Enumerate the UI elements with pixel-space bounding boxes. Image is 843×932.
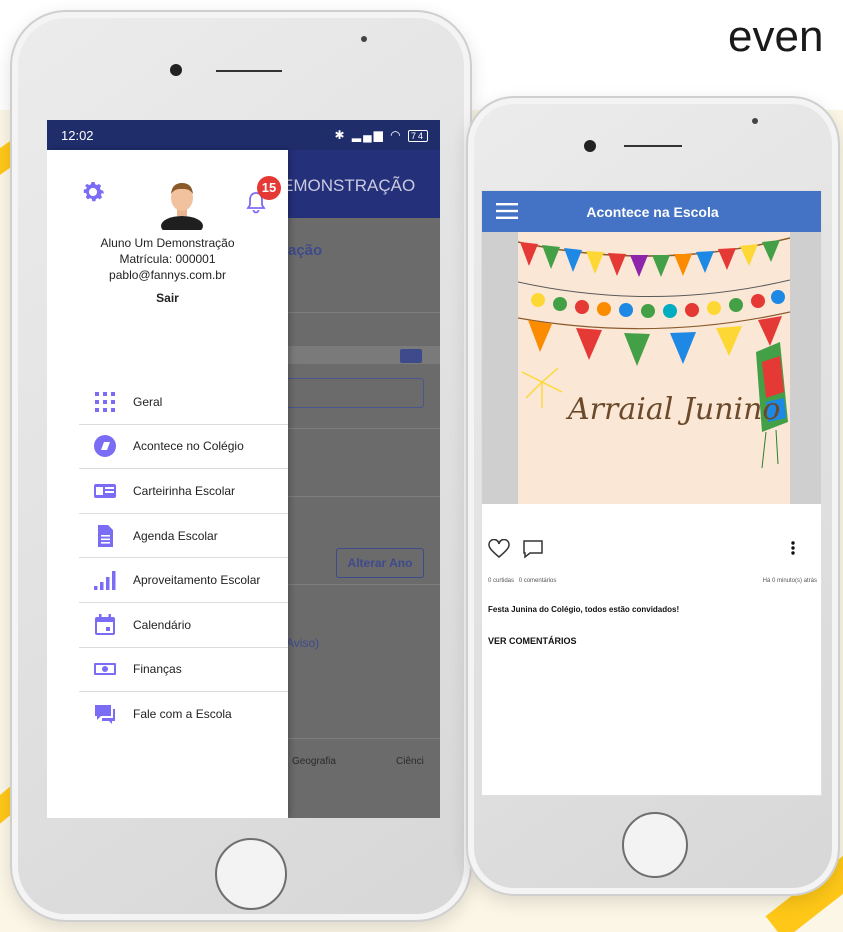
logout-link[interactable]: Sair (47, 291, 288, 305)
battery-icon: 74 (407, 130, 428, 142)
avatar (161, 183, 203, 230)
chat-icon (95, 705, 115, 725)
earpiece-speaker (216, 70, 282, 72)
heart-icon[interactable] (488, 539, 510, 559)
gear-icon[interactable] (79, 178, 107, 206)
school-icon (400, 349, 422, 363)
navigation-drawer: 15 Aluno Um Demonstração Matrícula: 0000… (47, 150, 288, 818)
page-title: Acontece na Escola (586, 204, 719, 220)
subject-tab[interactable]: Geografia (292, 756, 336, 767)
bluetooth-icon: ✱ (334, 128, 347, 142)
proximity-sensor (361, 36, 367, 42)
post-image[interactable]: Arraial Junino (518, 232, 790, 504)
front-camera (584, 140, 596, 152)
menu-label: Aproveitamento Escolar (133, 573, 261, 588)
right-phone-screen: Acontece na Escola Arraial Junino 0 curt… (481, 190, 822, 796)
comments-count: 0 comentários (518, 578, 557, 584)
view-comments-link[interactable]: VER COMENTÁRIOS (488, 636, 577, 646)
user-email: pablo@fannys.com.br (109, 268, 226, 282)
menu-item-carteirinha[interactable]: Carteirinha Escolar (79, 469, 288, 514)
section-heading: ação (288, 242, 323, 259)
app-bar: Acontece na Escola (482, 191, 821, 232)
home-button[interactable] (215, 838, 287, 910)
divider (288, 428, 440, 429)
background-content: ação Alterar Ano Aviso) Geografia Ciênci (288, 218, 440, 818)
notice-text: Aviso) (288, 636, 320, 650)
document-icon (98, 524, 113, 547)
menu-item-agenda[interactable]: Agenda Escolar (79, 514, 288, 559)
post-image-caption: Arraial Junino (568, 392, 781, 427)
status-icons: ✱ ▂▄▆ ◠ 74 (334, 128, 428, 142)
wifi-icon: ◠ (390, 128, 403, 142)
divider (288, 312, 440, 313)
grid-icon (95, 391, 115, 412)
background-headline: even (728, 12, 824, 61)
input-field[interactable] (288, 378, 424, 408)
comment-icon[interactable] (522, 539, 544, 559)
post-caption: Festa Junina do Colégio, todos estão con… (488, 605, 680, 614)
home-button[interactable] (622, 812, 688, 878)
divider (288, 738, 440, 739)
app-title: EMONSTRAÇÃO (282, 176, 416, 195)
left-phone-screen: 12:02 ✱ ▂▄▆ ◠ 74 EMONSTRAÇÃO ação Altera… (47, 120, 440, 818)
more-options-icon[interactable] (791, 541, 795, 555)
menu-item-calendario[interactable]: Calendário (79, 603, 288, 648)
drawer-menu: Geral Acontece no Colégio Carteirinha Es… (79, 380, 288, 737)
menu-label: Finanças (133, 662, 182, 677)
id-card-icon (94, 483, 116, 498)
front-camera (170, 64, 182, 76)
menu-label: Geral (133, 394, 163, 409)
status-bar: 12:02 ✱ ▂▄▆ ◠ 74 (47, 120, 440, 150)
bar-chart-icon (94, 571, 116, 591)
user-registration: Matrícula: 000001 (119, 252, 216, 266)
news-icon (94, 435, 116, 458)
menu-label: Acontece no Colégio (133, 439, 244, 454)
money-icon (94, 663, 116, 676)
divider (288, 584, 440, 585)
post-actions (488, 539, 544, 559)
proximity-sensor (752, 118, 758, 124)
user-name: Aluno Um Demonstração (100, 236, 235, 250)
divider (288, 496, 440, 497)
menu-label: Agenda Escolar (133, 528, 218, 543)
menu-label: Carteirinha Escolar (133, 483, 236, 498)
calendar-icon (95, 613, 115, 635)
likes-count: 0 curtidas (488, 578, 515, 584)
menu-item-geral[interactable]: Geral (79, 380, 288, 425)
post-timestamp: Há 0 minuto(s) atrás (762, 578, 817, 584)
menu-item-financas[interactable]: Finanças (79, 648, 288, 693)
festa-junina-illustration (518, 237, 790, 469)
menu-item-fale[interactable]: Fale com a Escola (79, 692, 288, 737)
app-bar: EMONSTRAÇÃO (282, 150, 440, 218)
menu-item-acontece[interactable]: Acontece no Colégio (79, 425, 288, 470)
menu-item-aproveitamento[interactable]: Aproveitamento Escolar (79, 558, 288, 603)
notification-badge: 15 (257, 176, 281, 200)
menu-label: Fale com a Escola (133, 707, 232, 722)
earpiece-speaker (624, 145, 682, 147)
signal-icon: ▂▄▆ (351, 128, 385, 142)
change-year-button[interactable]: Alterar Ano (336, 548, 424, 578)
subject-tab[interactable]: Ciênci (396, 756, 424, 767)
menu-label: Calendário (133, 617, 192, 632)
status-time: 12:02 (61, 128, 94, 143)
post-stats: 0 curtidas 0 comentários (488, 578, 556, 584)
post-image-frame: Arraial Junino (482, 232, 821, 504)
